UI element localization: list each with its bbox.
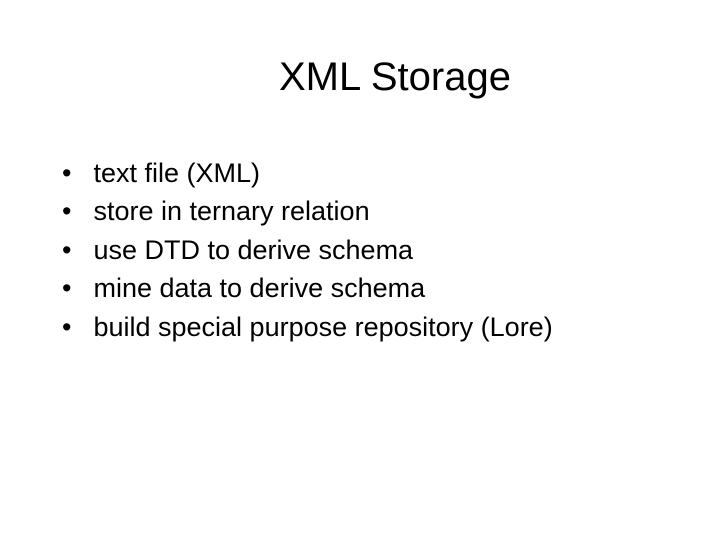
bullet-text: store in ternary relation bbox=[93, 193, 670, 229]
list-item: • store in ternary relation bbox=[62, 193, 670, 229]
bullet-list: • text file (XML) • store in ternary rel… bbox=[50, 155, 670, 345]
bullet-icon: • bbox=[62, 309, 71, 345]
bullet-text: build special purpose repository (Lore) bbox=[93, 309, 670, 345]
list-item: • use DTD to derive schema bbox=[62, 232, 670, 268]
bullet-text: text file (XML) bbox=[93, 155, 670, 191]
slide-title: XML Storage bbox=[120, 55, 670, 100]
bullet-icon: • bbox=[62, 193, 71, 229]
bullet-icon: • bbox=[62, 232, 71, 268]
bullet-icon: • bbox=[62, 155, 71, 191]
slide-container: XML Storage • text file (XML) • store in… bbox=[0, 0, 720, 540]
list-item: • text file (XML) bbox=[62, 155, 670, 191]
list-item: • build special purpose repository (Lore… bbox=[62, 309, 670, 345]
bullet-icon: • bbox=[62, 270, 71, 306]
list-item: • mine data to derive schema bbox=[62, 270, 670, 306]
bullet-text: use DTD to derive schema bbox=[93, 232, 670, 268]
bullet-text: mine data to derive schema bbox=[93, 270, 670, 306]
